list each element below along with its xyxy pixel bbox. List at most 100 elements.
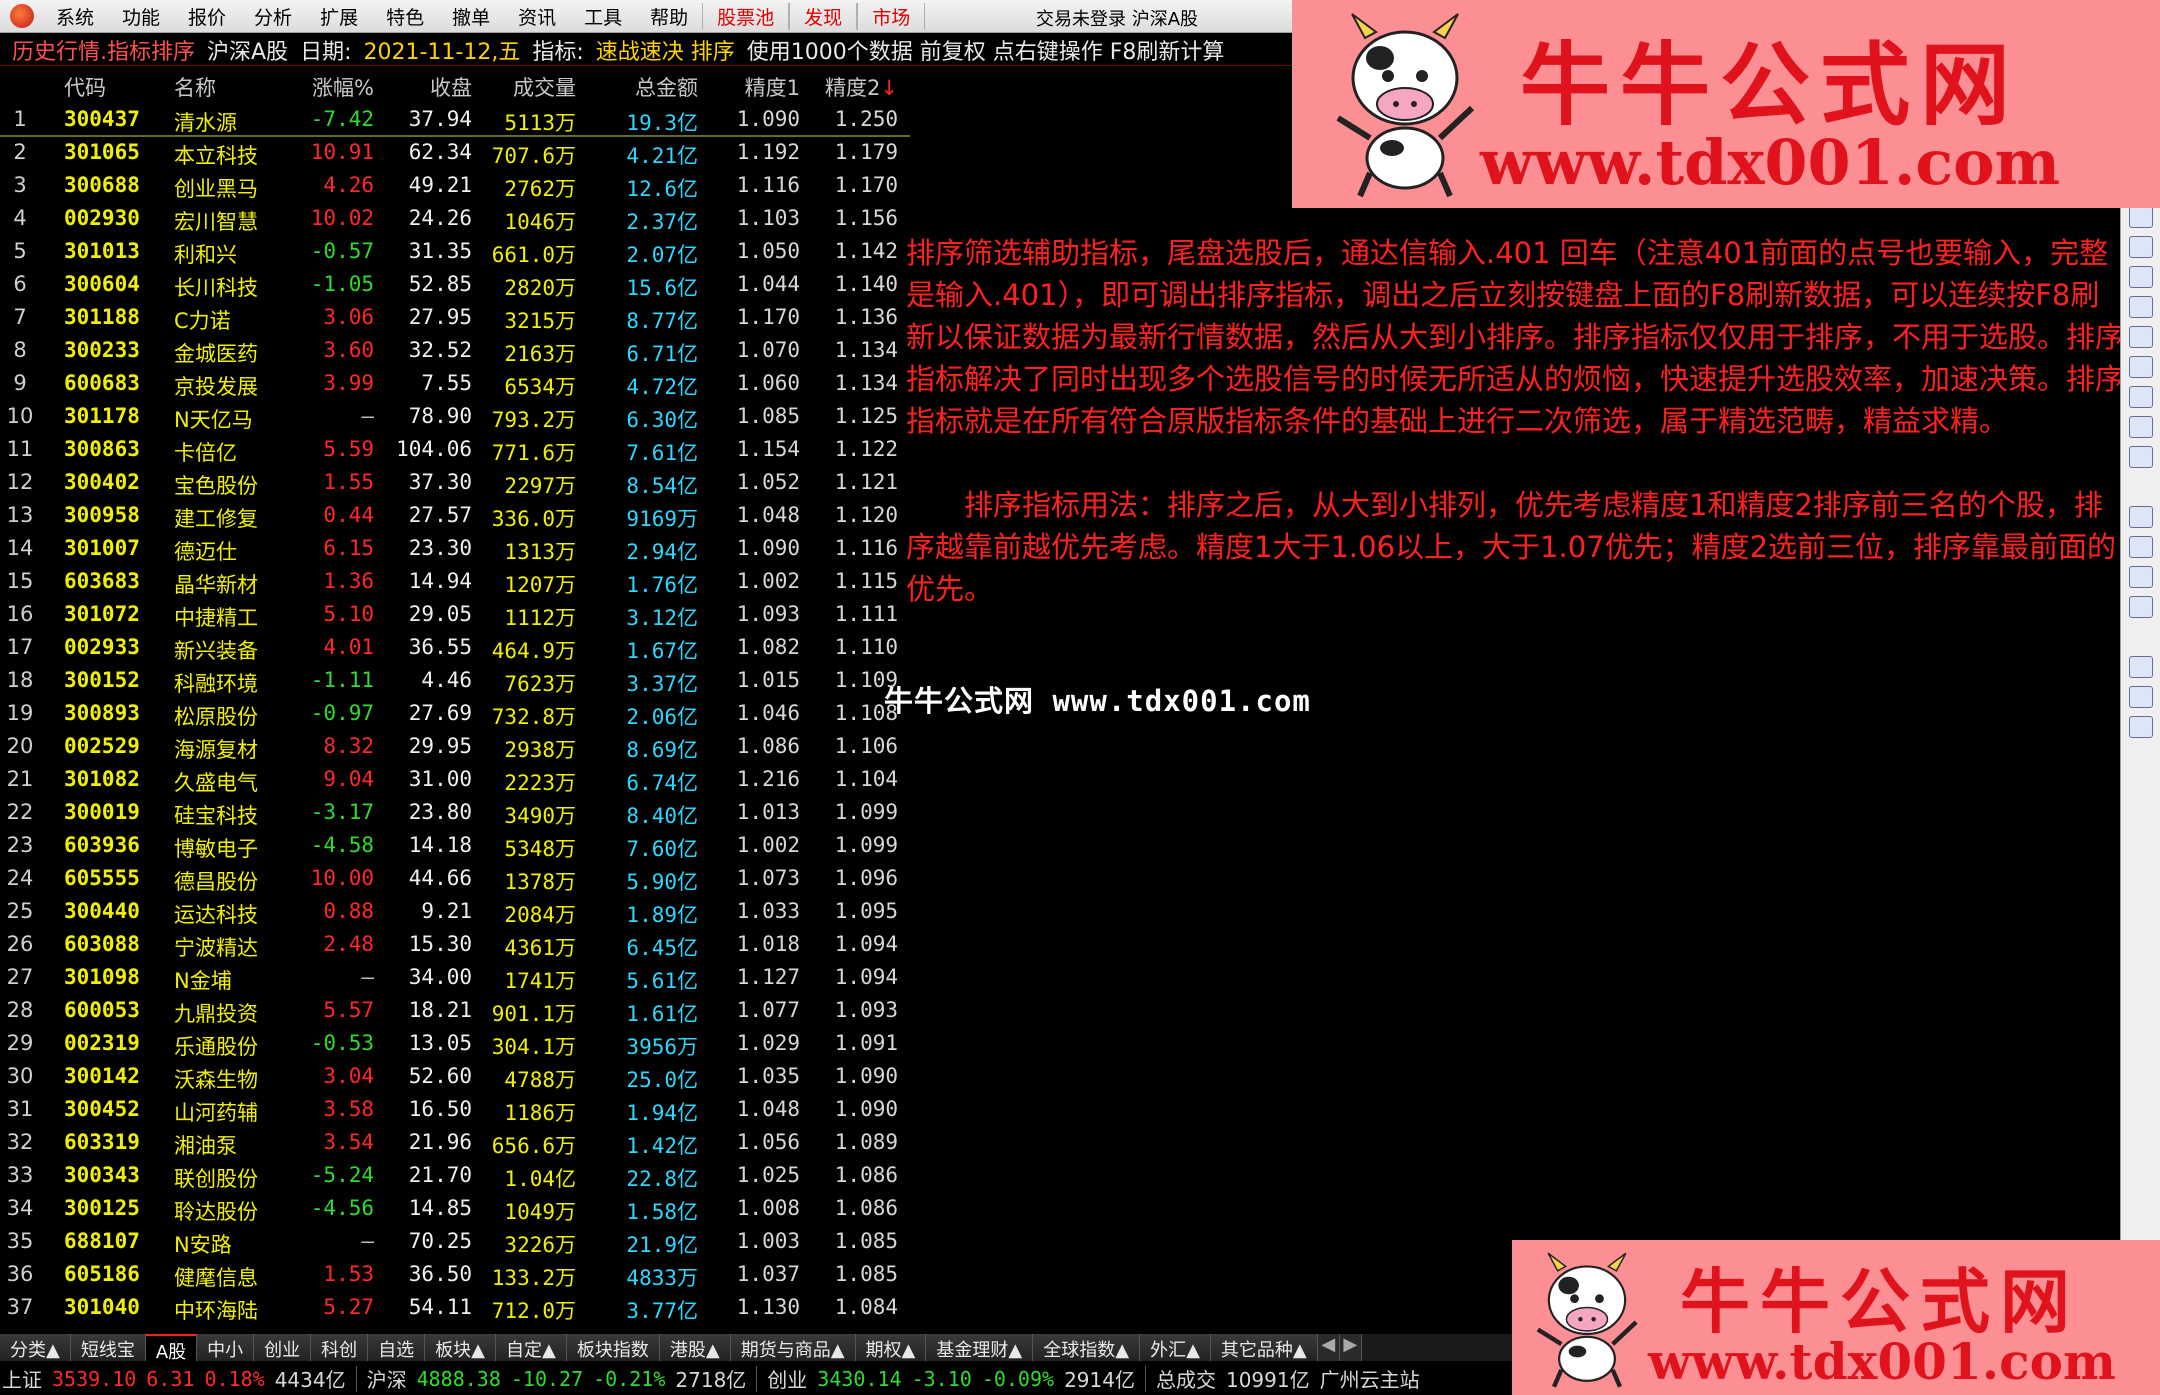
table-row[interactable]: 12 300402 宝色股份 1.55 37.30 2297万 8.54亿 1.052 1.12… — [0, 467, 910, 500]
print-tool-icon[interactable] — [2129, 566, 2153, 588]
menu-news[interactable]: 资讯 — [504, 3, 570, 30]
header-name[interactable]: 名称 — [174, 72, 216, 102]
table-row[interactable]: 2 301065 本立科技 10.91 62.34 707.6万 4.21亿 1.192 1.1… — [0, 137, 910, 170]
tab-13[interactable]: 基金理财▲ — [926, 1334, 1034, 1361]
table-row[interactable]: 6 300604 长川科技 -1.05 52.85 2820万 15.6亿 1.044 1.14… — [0, 269, 910, 302]
hs-index-name[interactable]: 沪深 — [367, 1364, 407, 1393]
f10-tool-icon[interactable] — [2129, 296, 2153, 318]
banner-url[interactable]: www.tdx001.com — [1480, 126, 2060, 199]
link-tool-icon[interactable] — [2129, 686, 2153, 708]
menu-help[interactable]: 帮助 — [636, 3, 702, 30]
menu-function[interactable]: 功能 — [108, 3, 174, 30]
table-row[interactable]: 22 300019 硅宝科技 -3.17 23.80 3490万 8.40亿 1.013 1.0… — [0, 797, 910, 830]
table-row[interactable]: 20 002529 海源复材 8.32 29.95 2938万 8.69亿 1.086 1.10… — [0, 731, 910, 764]
table-row[interactable]: 19 300893 松原股份 -0.97 27.69 732.8万 2.06亿 1.046 1.… — [0, 698, 910, 731]
menu-cancel-order[interactable]: 撤单 — [438, 3, 504, 30]
scroll-right-icon[interactable]: ▶ — [1339, 1334, 1362, 1361]
table-row[interactable]: 11 300863 卡倍亿 5.59 104.06 771.6万 7.61亿 1.154 1.1… — [0, 434, 910, 467]
table-row[interactable]: 4 002930 宏川智慧 10.02 24.26 1046万 2.37亿 1.103 1.15… — [0, 203, 910, 236]
table-row[interactable]: 16 301072 中捷精工 5.10 29.05 1112万 3.12亿 1.093 1.11… — [0, 599, 910, 632]
table-row[interactable]: 28 600053 九鼎投资 5.57 18.21 901.1万 1.61亿 1.077 1.0… — [0, 995, 910, 1028]
layout-tool-icon[interactable] — [2129, 596, 2153, 618]
header-volume[interactable]: 成交量 — [513, 72, 576, 102]
tab-9[interactable]: 板块指数 — [566, 1334, 660, 1361]
tab-4[interactable]: 创业 — [254, 1334, 312, 1361]
app-logo-icon[interactable] — [10, 4, 34, 28]
tab-8[interactable]: 自定▲ — [496, 1334, 567, 1361]
table-row[interactable]: 18 300152 科融环境 -1.11 4.46 7623万 3.37亿 1.015 1.10… — [0, 665, 910, 698]
scroll-left-icon[interactable]: ◀ — [1317, 1334, 1340, 1361]
settings-tool-icon[interactable] — [2129, 716, 2153, 738]
header-precision2[interactable]: 精度2↓ — [825, 72, 898, 102]
tab-10[interactable]: 港股▲ — [659, 1334, 731, 1361]
banner-url[interactable]: www.tdx001.com — [1648, 1332, 2116, 1391]
table-row[interactable]: 25 300440 运达科技 0.88 9.21 2084万 1.89亿 1.033 1.095 — [0, 896, 910, 929]
table-row[interactable]: 35 688107 N安路 — 70.25 3226万 21.9亿 1.003 1.085 — [0, 1226, 910, 1259]
table-row[interactable]: 36 605186 健麾信息 1.53 36.50 133.2万 4833万 1.037 1.0… — [0, 1259, 910, 1292]
sh-index-name[interactable]: 上证 — [2, 1364, 42, 1393]
table-row[interactable]: 21 301082 久盛电气 9.04 31.00 2223万 6.74亿 1.216 1.10… — [0, 764, 910, 797]
menu-stock-pool[interactable]: 股票池 — [702, 2, 790, 30]
table-row[interactable]: 26 603088 宁波精达 2.48 15.30 4361万 6.45亿 1.018 1.09… — [0, 929, 910, 962]
table-row[interactable]: 5 301013 利和兴 -0.57 31.35 661.0万 2.07亿 1.050 1.14… — [0, 236, 910, 269]
table-row[interactable]: 23 603936 博敏电子 -4.58 14.18 5348万 7.60亿 1.002 1.0… — [0, 830, 910, 863]
table-row[interactable]: 29 002319 乐通股份 -0.53 13.05 304.1万 3956万 1.029 1.… — [0, 1028, 910, 1061]
refresh-tool-icon[interactable] — [2129, 446, 2153, 468]
header-precision1[interactable]: 精度1 — [745, 72, 800, 102]
f2-tool-icon[interactable] — [2129, 386, 2153, 408]
tab-12[interactable]: 期权▲ — [855, 1334, 927, 1361]
table-row[interactable]: 24 605555 德昌股份 10.00 44.66 1378万 5.90亿 1.073 1.0… — [0, 863, 910, 896]
report-tool-icon[interactable] — [2129, 326, 2153, 348]
list-tool-icon[interactable] — [2129, 266, 2153, 288]
menu-quote[interactable]: 报价 — [174, 3, 240, 30]
tab-11[interactable]: 期货与商品▲ — [730, 1334, 856, 1361]
tab-7[interactable]: 板块▲ — [425, 1334, 497, 1361]
menu-system[interactable]: 系统 — [42, 3, 108, 30]
header-code[interactable]: 代码 — [64, 72, 106, 102]
table-row[interactable]: 9 600683 京投发展 3.99 7.55 6534万 4.72亿 1.060 1.134 — [0, 368, 910, 401]
kline-tool-icon[interactable] — [2129, 236, 2153, 258]
table-row[interactable]: 10 301178 N天亿马 — 78.90 793.2万 6.30亿 1.085 1.125 — [0, 401, 910, 434]
trade-status[interactable]: 交易未登录 沪深A股 — [1036, 5, 1198, 31]
menu-tools[interactable]: 工具 — [570, 3, 636, 30]
table-row[interactable]: 17 002933 新兴装备 4.01 36.55 464.9万 1.67亿 1.082 1.1… — [0, 632, 910, 665]
table-row[interactable]: 31 300452 山河药辅 3.58 16.50 1186万 1.94亿 1.048 1.09… — [0, 1094, 910, 1127]
news-tool-icon[interactable] — [2129, 356, 2153, 378]
tab-2[interactable]: A股 — [145, 1334, 198, 1363]
indicator-value[interactable]: 速战速决 排序 — [596, 34, 735, 66]
menu-extend[interactable]: 扩展 — [306, 3, 372, 30]
table-row[interactable]: 15 603683 晶华新材 1.36 14.94 1207万 1.76亿 1.002 1.11… — [0, 566, 910, 599]
tab-5[interactable]: 科创 — [311, 1334, 369, 1361]
table-row[interactable]: 13 300958 建工修复 0.44 27.57 336.0万 9169万 1.048 1.1… — [0, 500, 910, 533]
tab-16[interactable]: 其它品种▲ — [1210, 1334, 1318, 1361]
edit-tool-icon[interactable] — [2129, 536, 2153, 558]
cy-index-name[interactable]: 创业 — [767, 1364, 807, 1393]
server-name[interactable]: 广州云主站 — [1320, 1364, 1420, 1393]
header-close[interactable]: 收盘 — [430, 72, 472, 102]
table-row[interactable]: 7 301188 C力诺 3.06 27.95 3215万 8.77亿 1.170 1.136 — [0, 302, 910, 335]
formula-tool-icon[interactable] — [2129, 416, 2153, 438]
table-row[interactable]: 27 301098 N金埔 — 34.00 1741万 5.61亿 1.127 1.094 — [0, 962, 910, 995]
header-change[interactable]: 涨幅% — [312, 72, 374, 102]
tab-0[interactable]: 分类▲ — [0, 1334, 71, 1361]
table-row[interactable]: 33 300343 联创股份 -5.24 21.70 1.04亿 22.8亿 1.025 1.0… — [0, 1160, 910, 1193]
header-amount[interactable]: 总金额 — [635, 72, 698, 102]
table-row[interactable]: 1 300437 清水源 -7.42 37.94 5113万 19.3亿 1.090 1.250 — [0, 104, 910, 137]
table-row[interactable]: 14 301007 德迈仕 6.15 23.30 1313万 2.94亿 1.090 1.116 — [0, 533, 910, 566]
table-row[interactable]: 34 300125 聆达股份 -4.56 14.85 1049万 1.58亿 1.008 1.0… — [0, 1193, 910, 1226]
export-tool-icon[interactable] — [2129, 506, 2153, 528]
menu-special[interactable]: 特色 — [372, 3, 438, 30]
market-name[interactable]: 沪深A股 — [207, 34, 288, 66]
menu-market[interactable]: 市场 — [857, 2, 926, 30]
tab-6[interactable]: 自选 — [368, 1334, 426, 1361]
table-row[interactable]: 3 300688 创业黑马 4.26 49.21 2762万 12.6亿 1.116 1.170 — [0, 170, 910, 203]
tab-15[interactable]: 外汇▲ — [1140, 1334, 1211, 1361]
table-row[interactable]: 32 603319 湘油泵 3.54 21.96 656.6万 1.42亿 1.056 1.08… — [0, 1127, 910, 1160]
folder-tool-icon[interactable] — [2129, 656, 2153, 678]
date-value[interactable]: 2021-11-12,五 — [363, 34, 520, 66]
menu-discover[interactable]: 发现 — [789, 2, 858, 30]
view-name[interactable]: 历史行情.指标排序 — [12, 34, 195, 66]
table-row[interactable]: 8 300233 金城医药 3.60 32.52 2163万 6.71亿 1.070 1.134 — [0, 335, 910, 368]
table-row[interactable]: 30 300142 沃森生物 3.04 52.60 4788万 25.0亿 1.035 1.09… — [0, 1061, 910, 1094]
menu-analysis[interactable]: 分析 — [240, 3, 306, 30]
